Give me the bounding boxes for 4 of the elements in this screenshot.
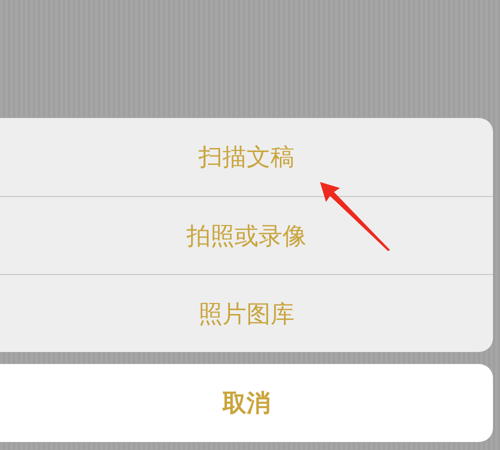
arrow-icon bbox=[318, 180, 392, 252]
cancel-button[interactable]: 取消 bbox=[0, 364, 493, 442]
option-button[interactable]: 照片图库 bbox=[0, 274, 493, 352]
option-button[interactable]: 扫描文稿 bbox=[0, 118, 493, 196]
